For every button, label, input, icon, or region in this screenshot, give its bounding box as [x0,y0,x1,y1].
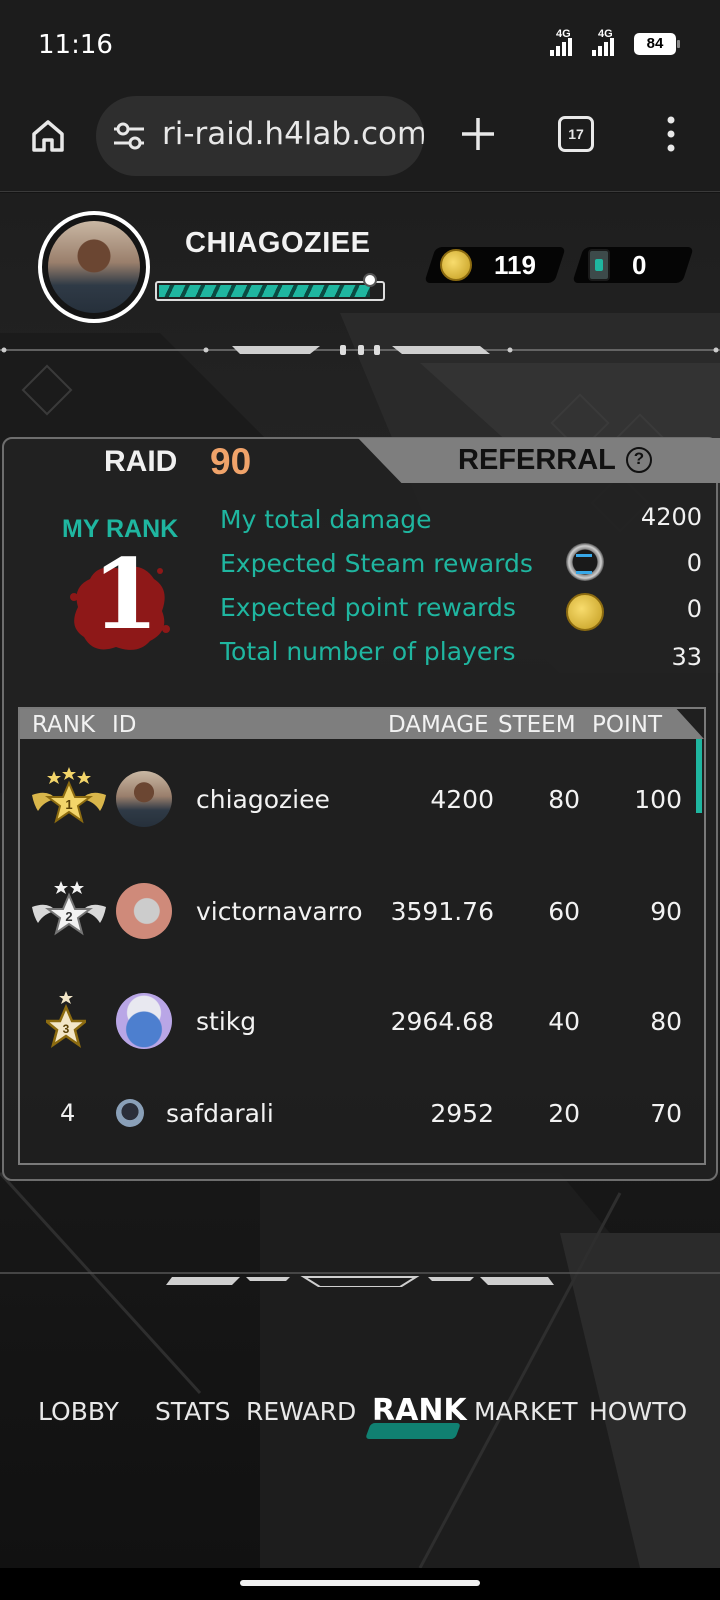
avatar-image [48,221,140,313]
player-damage: 4200 [430,785,494,814]
header-steem: STEEM [498,712,576,738]
nav-howto[interactable]: HOWTO [589,1397,687,1426]
url-text: ri-raid.h4lab.com [162,116,424,152]
player-avatar [116,1099,144,1127]
player-point: 80 [650,1007,682,1036]
table-row[interactable]: 3 stikg 2964.68 40 80 [20,967,704,1077]
stat-value: 0 [686,549,702,577]
point-coin-icon [566,593,604,631]
coin-count: 119 [494,249,536,280]
table-row[interactable]: 2 victornavarro 3591.76 60 90 [20,857,704,967]
player-id[interactable]: stikg [196,1007,256,1036]
home-gesture-handle[interactable] [240,1580,480,1586]
nav-market[interactable]: MARKET [474,1397,578,1426]
steem-icon [566,543,604,581]
player-damage: 3591.76 [390,897,494,926]
xp-progress-fill [159,285,370,297]
svg-text:2: 2 [65,909,72,924]
nav-rank[interactable]: RANK [372,1393,467,1428]
rank-panel: RAID 90 REFERRAL ? MY RANK 1 My total da… [2,437,720,1181]
header-divider [0,345,720,355]
signal-icon: 4G [592,28,622,56]
help-icon[interactable]: ? [626,447,652,473]
xp-progress-marker [363,273,377,287]
player-rank: 4 [60,1099,76,1127]
player-id[interactable]: victornavarro [196,897,363,926]
nav-lobby[interactable]: LOBBY [38,1397,119,1426]
coin-icon [440,249,472,281]
header-damage: DAMAGE [388,712,489,738]
player-avatar [116,883,172,939]
silver-wing-badge-icon: 2 [32,881,106,936]
leaderboard-table[interactable]: RANK ID DAMAGE STEEM POINT 1 chiagoziee … [18,707,706,1165]
player-avatar [116,993,172,1049]
status-bar: 11:16 4G 4G 84 [0,0,720,92]
address-bar[interactable]: ri-raid.h4lab.com [96,96,424,176]
stat-label: Expected Steam rewards [220,549,533,578]
player-steem: 40 [548,1007,580,1036]
player-steem: 20 [548,1099,580,1128]
player-id[interactable]: safdarali [166,1099,274,1128]
gesture-bar [0,1568,720,1600]
player-avatar [116,771,172,827]
stat-value: 4200 [640,503,702,531]
xp-progress-bar [155,273,385,301]
svg-text:3: 3 [63,1022,70,1036]
tab-switcher-button[interactable]: 17 [558,116,594,152]
battery-icon: 84 [634,33,680,55]
svg-text:1: 1 [65,797,72,812]
stat-label: Expected point rewards [220,593,516,622]
username: CHIAGOZIEE [185,227,371,259]
tab-raid[interactable]: RAID [104,445,177,479]
nav-reward[interactable]: REWARD [246,1397,356,1426]
site-settings-icon[interactable] [112,120,146,152]
home-icon[interactable] [28,116,68,156]
stat-value: 33 [671,643,702,671]
player-damage: 2964.68 [390,1007,494,1036]
stat-label: My total damage [220,505,432,534]
bottom-navigation: LOBBY STATS REWARD RANK MARKET HOWTO [0,1393,720,1453]
player-point: 70 [650,1099,682,1128]
signal-icon: 4G [550,28,580,56]
new-tab-icon[interactable] [458,114,498,154]
nav-stats[interactable]: STATS [155,1397,231,1426]
gold-wing-badge-icon: 1 [32,767,106,824]
player-steem: 60 [548,897,580,926]
header-point: POINT [592,712,663,738]
browser-toolbar: ri-raid.h4lab.com 17 [0,92,720,192]
ticket-balance: 0 [572,245,694,285]
more-menu-icon[interactable] [664,114,678,154]
raid-number: 90 [210,441,252,482]
profile-avatar[interactable] [38,211,150,323]
my-rank-number: 1 [92,538,159,651]
game-screen: CHIAGOZIEE 119 0 RAID 90 REFERRAL ? MY R… [0,193,720,1568]
stat-value: 0 [686,595,702,623]
table-row[interactable]: 4 safdarali 2952 20 70 [20,1077,704,1163]
ticket-icon [588,249,610,281]
bronze-star-badge-icon: 3 [46,991,86,1048]
header-rank: RANK [32,712,96,738]
header-id: ID [112,712,137,738]
status-icons: 4G 4G 84 [550,28,680,56]
player-damage: 2952 [430,1099,494,1128]
status-time: 11:16 [38,30,113,60]
coin-balance: 119 [424,245,566,285]
tab-referral[interactable]: REFERRAL ? [358,438,720,483]
nav-divider [0,1272,720,1287]
player-point: 90 [650,897,682,926]
player-steem: 80 [548,785,580,814]
player-point: 100 [634,785,682,814]
player-id[interactable]: chiagoziee [196,785,330,814]
ticket-count: 0 [632,249,647,280]
tab-referral-label: REFERRAL [458,444,616,476]
leaderboard-header: RANK ID DAMAGE STEEM POINT [20,709,704,739]
stat-label: Total number of players [220,637,516,666]
table-row[interactable]: 1 chiagoziee 4200 80 100 [20,745,704,855]
